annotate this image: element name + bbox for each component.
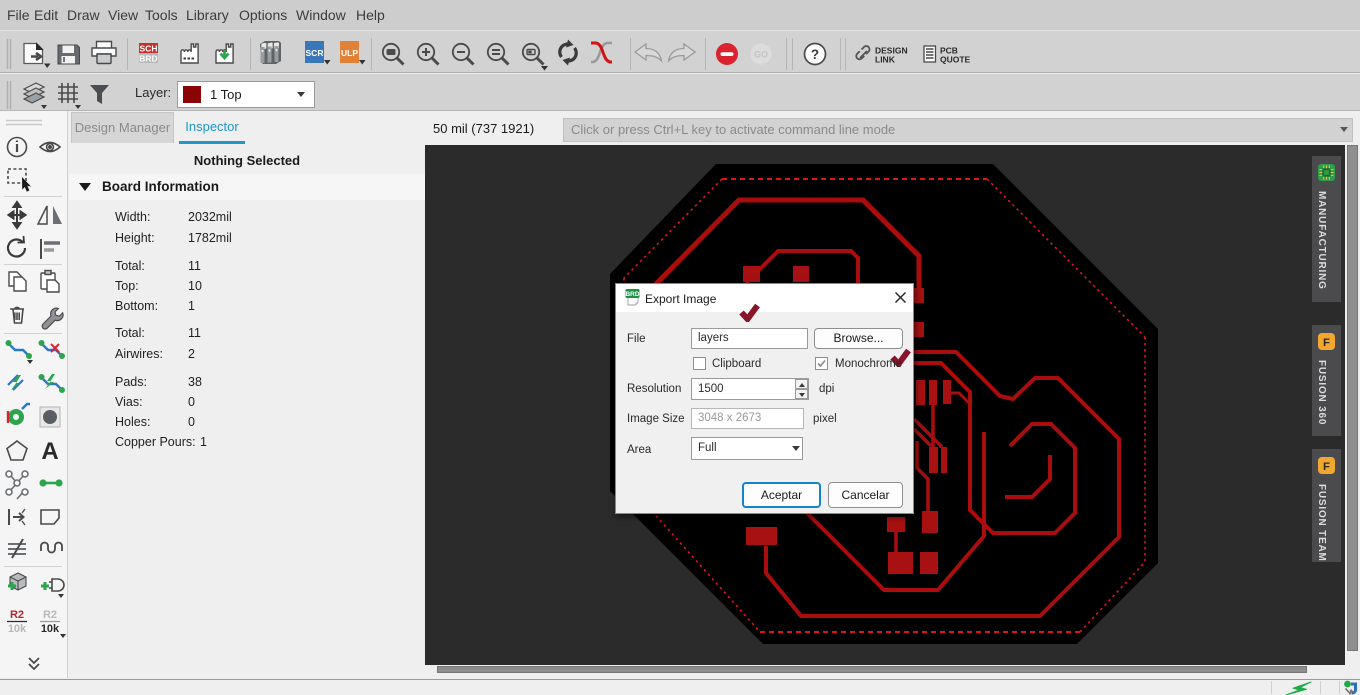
svg-text:SCH: SCH bbox=[140, 44, 158, 54]
svg-text:QUOTE: QUOTE bbox=[940, 55, 971, 65]
svg-text:BRD: BRD bbox=[139, 54, 157, 64]
svg-text:F: F bbox=[1323, 337, 1330, 349]
svg-text:SCR: SCR bbox=[306, 48, 324, 58]
svg-text:?: ? bbox=[811, 47, 819, 62]
svg-text:10k: 10k bbox=[8, 623, 27, 635]
svg-text:F: F bbox=[1323, 461, 1330, 473]
svg-text:R2: R2 bbox=[10, 609, 24, 621]
svg-text:GO: GO bbox=[754, 50, 768, 60]
svg-text:BRD: BRD bbox=[625, 291, 639, 298]
svg-text:R2: R2 bbox=[43, 609, 57, 621]
svg-text:ULP: ULP bbox=[341, 48, 358, 58]
svg-text:10k: 10k bbox=[41, 623, 60, 635]
svg-text:LINK: LINK bbox=[875, 55, 896, 65]
svg-text:A: A bbox=[41, 438, 58, 465]
